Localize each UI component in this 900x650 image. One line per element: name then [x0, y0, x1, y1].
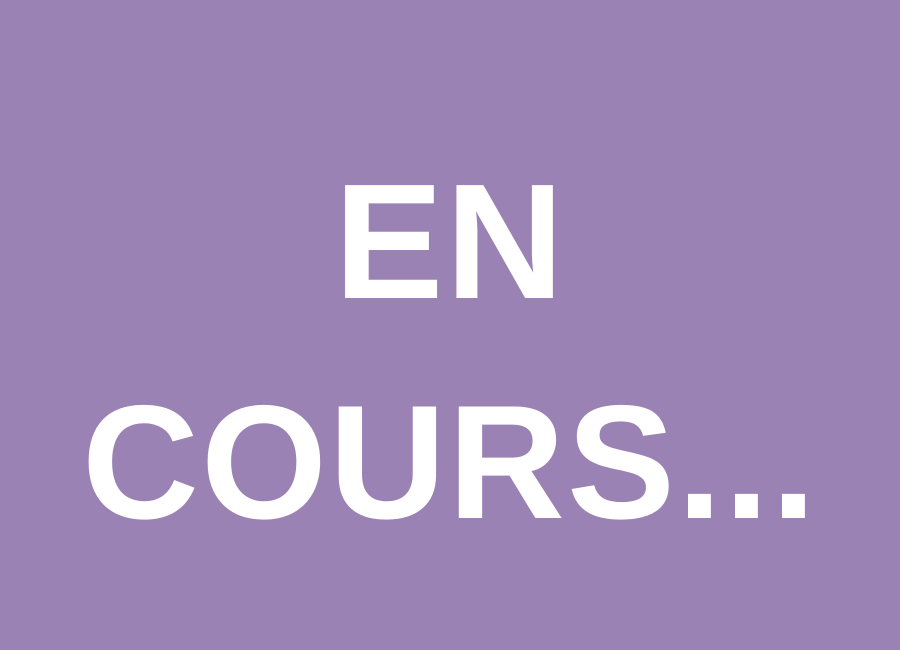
status-text-line-2: COURS...	[81, 372, 819, 553]
status-card: EN COURS...	[0, 0, 900, 650]
status-text-line-1: EN	[334, 150, 566, 333]
